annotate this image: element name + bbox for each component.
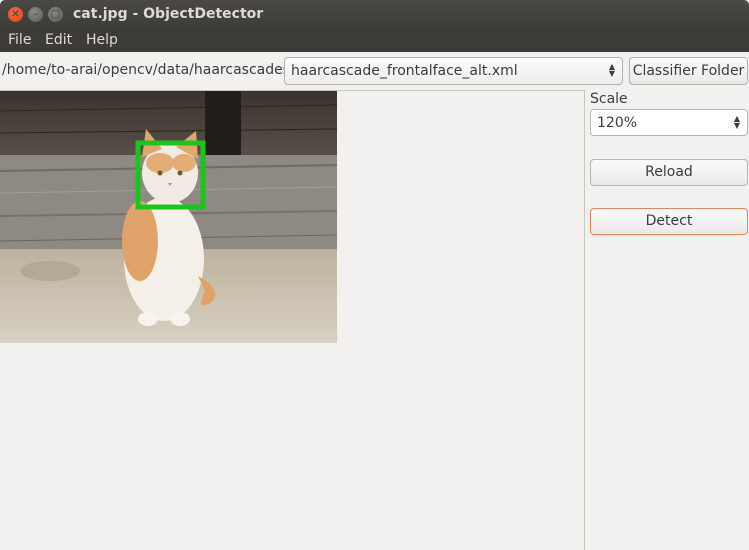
image-viewport[interactable] xyxy=(0,90,585,550)
cat-photo xyxy=(0,91,337,343)
close-icon[interactable]: ✕ xyxy=(8,7,23,22)
menu-help[interactable]: Help xyxy=(86,32,118,48)
scale-label: Scale xyxy=(590,91,628,107)
menu-edit[interactable]: Edit xyxy=(45,32,72,48)
spin-arrows-icon: ▲ ▼ xyxy=(608,62,615,78)
minimize-icon[interactable]: – xyxy=(28,7,43,22)
window-title: cat.jpg - ObjectDetector xyxy=(73,6,264,22)
menu-bar: File Edit Help xyxy=(0,30,749,52)
title-bar: ✕ – □ cat.jpg - ObjectDetector xyxy=(0,0,749,30)
scale-value: 120% xyxy=(597,115,638,131)
reload-button[interactable]: Reload xyxy=(590,159,748,186)
classifier-select[interactable]: haarcascade_frontalface_alt.xml ▲ ▼ xyxy=(284,57,623,85)
spin-arrows-icon: ▲ ▼ xyxy=(733,114,740,130)
classifier-select-value: haarcascade_frontalface_alt.xml xyxy=(291,63,518,79)
detect-button[interactable]: Detect xyxy=(590,208,748,235)
classifier-folder-button[interactable]: Classifier Folder xyxy=(629,57,748,85)
scale-spinbox[interactable]: 120% ▲ ▼ xyxy=(590,109,748,136)
menu-file[interactable]: File xyxy=(8,32,31,48)
classifier-path-label: /home/to-arai/opencv/data/haarcascades xyxy=(2,62,291,78)
maximize-icon[interactable]: □ xyxy=(48,7,63,22)
